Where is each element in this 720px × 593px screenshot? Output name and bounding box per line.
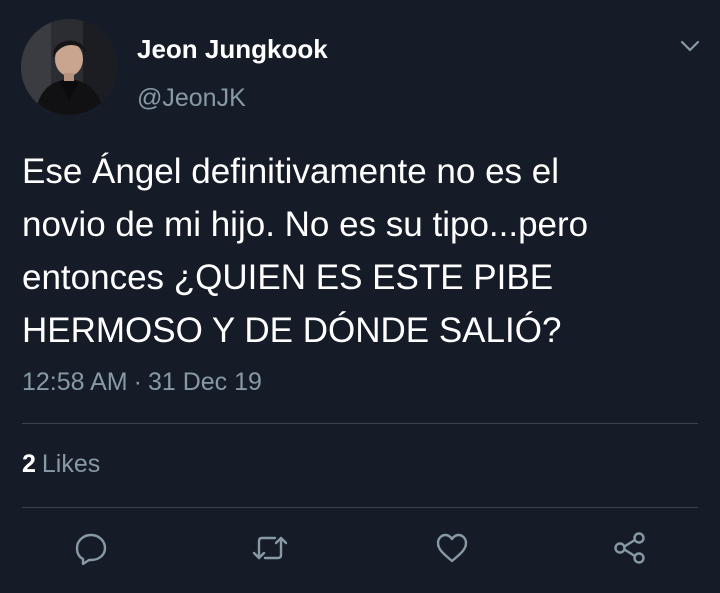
heart-icon	[436, 533, 468, 563]
tweet-menu-button[interactable]	[672, 30, 708, 62]
divider	[22, 507, 698, 508]
tweet-timestamp[interactable]: 12:58 AM · 31 Dec 19	[22, 368, 262, 397]
likes-label: Likes	[41, 450, 101, 478]
share-button[interactable]	[610, 528, 650, 568]
tweet-text-line: entonces ¿QUIEN ES ESTE PIBE	[22, 258, 554, 297]
tweet-text-line: novio de mi hijo. No es su tipo...pero	[22, 205, 589, 244]
likes-stat[interactable]: 2 Likes	[22, 450, 100, 479]
retweet-icon	[252, 536, 288, 560]
avatar-image	[21, 19, 117, 115]
reply-button[interactable]	[71, 528, 111, 568]
divider	[22, 423, 698, 424]
retweet-button[interactable]	[250, 528, 290, 568]
chevron-down-icon	[680, 40, 700, 52]
likes-count: 2	[22, 450, 36, 478]
user-handle[interactable]: @JeonJK	[137, 84, 246, 113]
like-button[interactable]	[432, 528, 472, 568]
tweet-date: 31 Dec 19	[147, 368, 262, 396]
share-icon	[614, 532, 645, 564]
reply-icon	[75, 533, 107, 565]
tweet-text-line: Ese Ángel definitivamente no es el	[22, 152, 559, 191]
meta-separator: ·	[133, 368, 142, 396]
tweet-time: 12:58 AM	[22, 368, 128, 396]
tweet-card: Jeon Jungkook @JeonJK Ese Ángel definiti…	[0, 0, 720, 593]
display-name[interactable]: Jeon Jungkook	[137, 34, 328, 65]
tweet-text-line: HERMOSO Y DE DÓNDE SALIÓ?	[22, 311, 562, 350]
tweet-text: Ese Ángel definitivamente no es el novio …	[22, 145, 712, 357]
avatar[interactable]	[21, 19, 117, 115]
